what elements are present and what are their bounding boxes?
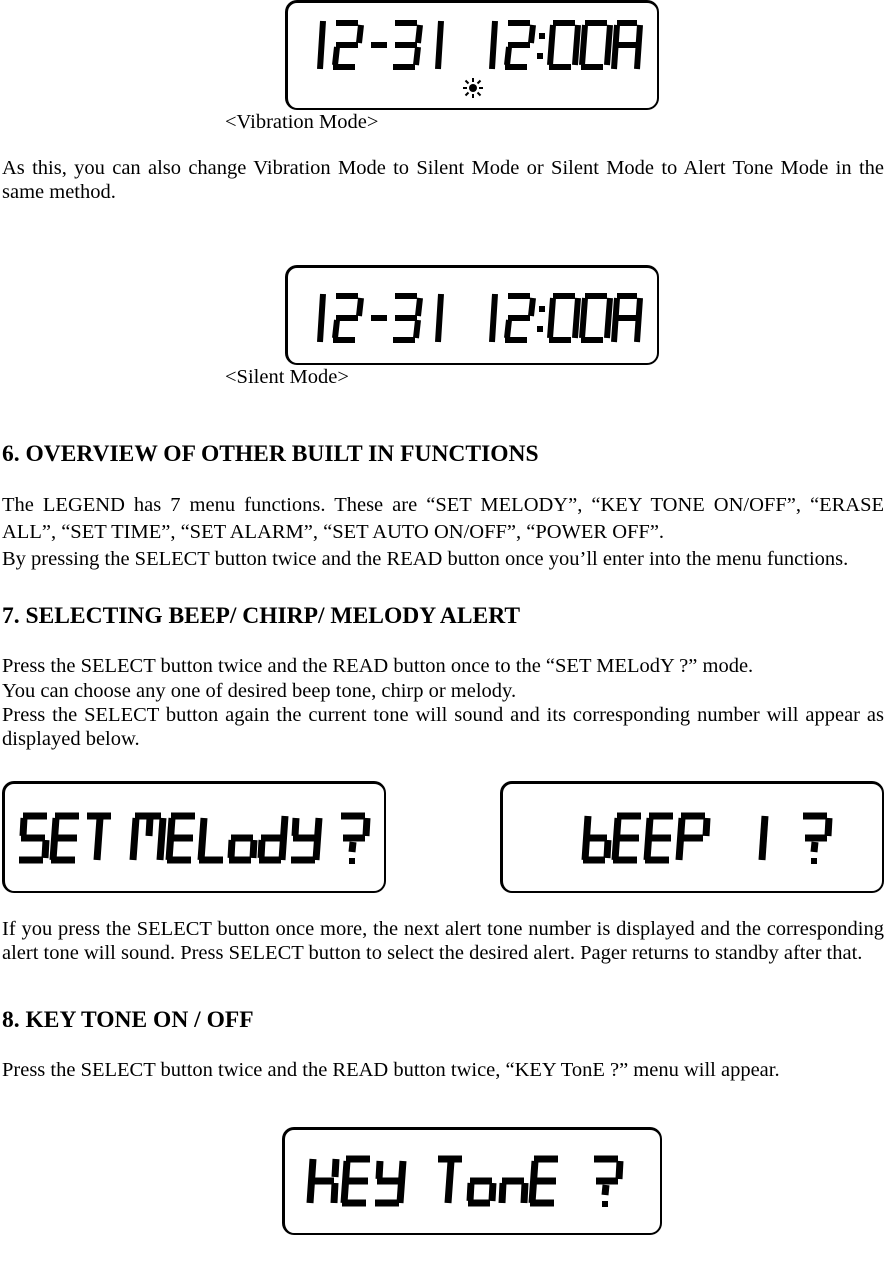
lcd-beep-1 bbox=[500, 781, 884, 893]
section-7-p2: You can choose any one of desired beep t… bbox=[2, 679, 884, 703]
lcd-vibration-mode bbox=[285, 0, 659, 110]
section-7-p4: If you press the SELECT button once more… bbox=[2, 917, 884, 965]
section-6-heading: 6. OVERVIEW OF OTHER BUILT IN FUNCTIONS bbox=[2, 441, 884, 468]
section-6-p2: By pressing the SELECT button twice and … bbox=[2, 547, 884, 571]
paragraph-mode-change: As this, you can also change Vibration M… bbox=[2, 156, 884, 204]
section-7-p1: Press the SELECT button twice and the RE… bbox=[2, 654, 884, 678]
section-7-heading: 7. SELECTING BEEP/ CHIRP/ MELODY ALERT bbox=[2, 603, 884, 630]
section-8-p1: Press the SELECT button twice and the RE… bbox=[2, 1058, 884, 1082]
lcd-text-line bbox=[303, 288, 643, 348]
section-8-heading: 8. KEY TONE ON / OFF bbox=[2, 1007, 884, 1034]
section-7-p3: Press the SELECT button again the curren… bbox=[2, 703, 884, 751]
vibration-icon bbox=[462, 77, 484, 103]
silent-mode-caption: <Silent Mode> bbox=[225, 365, 884, 389]
vibration-mode-caption: <Vibration Mode> bbox=[225, 110, 884, 134]
section-6-p1: The LEGEND has 7 menu functions. These a… bbox=[2, 492, 884, 547]
lcd-text-line bbox=[303, 15, 643, 75]
lcd-set-melody bbox=[2, 781, 386, 893]
lcd-key-tone bbox=[282, 1127, 662, 1235]
lcd-silent-mode bbox=[285, 265, 659, 365]
